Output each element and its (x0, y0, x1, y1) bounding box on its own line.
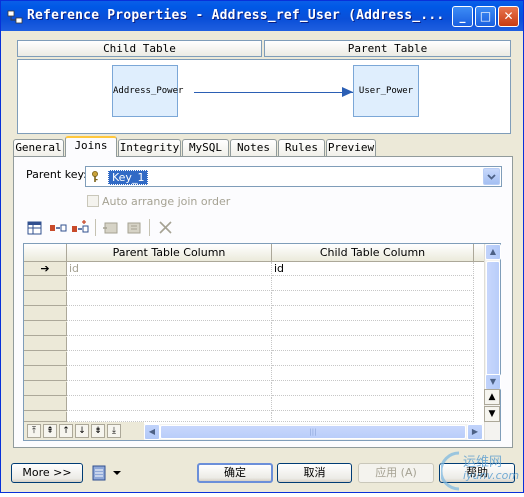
print-options-icon[interactable] (91, 464, 123, 482)
grid-cell[interactable] (272, 292, 474, 306)
tab-rules[interactable]: Rules (278, 139, 325, 157)
move-bottom-icon[interactable]: ⤓ (107, 424, 121, 438)
grid-cell[interactable] (67, 352, 272, 366)
tab-integrity[interactable]: Integrity (118, 139, 181, 157)
grid-cell[interactable] (67, 292, 272, 306)
watermark-text-bottom: iyunv.com (463, 469, 520, 482)
row-header[interactable] (24, 322, 67, 336)
scrollbar-thumb[interactable] (486, 261, 500, 379)
joins-toolbar (23, 216, 501, 240)
toolbar-separator (95, 219, 96, 236)
scroll-left-icon[interactable]: ◀ (144, 424, 160, 440)
chevron-down-icon[interactable] (483, 168, 500, 185)
maximize-button[interactable]: □ (475, 6, 496, 27)
site-watermark: 运维网 iyunv.com (439, 447, 524, 494)
grid-cell[interactable] (67, 337, 272, 351)
reference-diagram: Address_Power User_Power (17, 59, 511, 134)
scroll-right-icon[interactable]: ▶ (467, 424, 483, 440)
move-page-down-icon[interactable]: ⇟ (91, 424, 105, 438)
row-header[interactable] (24, 352, 67, 366)
title-bar[interactable]: Reference Properties - Address_ref_User … (1, 1, 523, 31)
tab-notes[interactable]: Notes (230, 139, 277, 157)
insert-row-icon[interactable] (48, 218, 68, 238)
apply-button[interactable]: 应用 (A) (358, 463, 434, 483)
scroll-down-icon[interactable]: ▼ (485, 374, 501, 390)
grid-cell[interactable] (67, 382, 272, 396)
ok-button[interactable]: 确定 (197, 463, 273, 483)
parent-key-select[interactable]: Key_1 (85, 166, 502, 187)
join-columns-grid: Parent Table Column Child Table Column ➔… (23, 243, 501, 441)
paste-row-icon[interactable] (124, 218, 144, 238)
row-header[interactable] (24, 277, 67, 291)
grid-cell-child-column[interactable]: id (272, 262, 474, 276)
properties-icon[interactable] (25, 218, 45, 238)
row-header[interactable] (24, 337, 67, 351)
tab-general[interactable]: General (13, 139, 64, 157)
watermark-text-top: 运维网 (463, 455, 503, 470)
grid-cell[interactable] (67, 322, 272, 336)
grid-cell[interactable] (272, 397, 474, 411)
move-top-icon[interactable]: ⤒ (27, 424, 41, 438)
grid-cell[interactable] (272, 367, 474, 381)
parent-key-value: Key_1 (108, 170, 149, 185)
grid-cell[interactable] (67, 397, 272, 411)
column-header-parent[interactable]: Parent Table Column (67, 244, 272, 262)
more-button[interactable]: More >> (11, 463, 83, 483)
current-row-indicator[interactable]: ➔ (24, 262, 67, 276)
row-header[interactable] (24, 307, 67, 321)
tab-mysql[interactable]: MySQL (182, 139, 229, 157)
grid-cell[interactable] (272, 307, 474, 321)
child-table-header: Child Table (17, 40, 262, 57)
reference-link (194, 92, 364, 93)
auto-arrange-label: Auto arrange join order (102, 195, 231, 208)
tab-joins[interactable]: Joins (65, 136, 117, 157)
close-button[interactable]: ✕ (498, 6, 519, 27)
key-icon (92, 171, 98, 182)
scroll-up-icon[interactable]: ▲ (485, 244, 501, 260)
tab-preview[interactable]: Preview (326, 139, 376, 157)
grid-cell[interactable] (67, 307, 272, 321)
row-header[interactable] (24, 367, 67, 381)
grid-corner (24, 244, 67, 262)
grid-cell[interactable] (272, 412, 474, 422)
grid-cell[interactable] (272, 277, 474, 291)
grid-cell[interactable] (272, 337, 474, 351)
minimize-button[interactable]: _ (452, 6, 473, 27)
grid-cell[interactable] (272, 382, 474, 396)
move-down-icon[interactable]: ↓ (75, 424, 89, 438)
parent-entity-box[interactable]: User_Power (353, 65, 419, 117)
column-header-filler (474, 244, 484, 262)
auto-arrange-checkbox[interactable] (87, 195, 99, 207)
scrollbar-thumb[interactable]: ||| (160, 425, 466, 439)
side-move-up-icon[interactable]: ▲ (484, 389, 500, 405)
row-move-controls: ⤒ ⇞ ↑ ↓ ⇟ ⤓ (24, 422, 144, 440)
row-header[interactable] (24, 397, 67, 411)
grid-cell[interactable] (272, 352, 474, 366)
grid-cell[interactable] (67, 367, 272, 381)
move-page-up-icon[interactable]: ⇞ (43, 424, 57, 438)
reference-properties-window: Reference Properties - Address_ref_User … (0, 0, 524, 493)
reference-icon (7, 10, 23, 24)
move-up-icon[interactable]: ↑ (59, 424, 73, 438)
column-header-child[interactable]: Child Table Column (272, 244, 474, 262)
grid-cell[interactable] (67, 277, 272, 291)
row-header[interactable] (24, 412, 67, 422)
cut-row-icon[interactable] (101, 218, 121, 238)
grid-horizontal-scrollbar[interactable]: ◀ ||| ▶ (144, 424, 483, 440)
toolbar-separator (149, 219, 150, 236)
grid-cell-parent-column[interactable]: id (67, 262, 272, 276)
parent-key-label: Parent key: (26, 168, 87, 181)
row-header[interactable] (24, 292, 67, 306)
child-entity-box[interactable]: Address_Power (112, 65, 183, 117)
row-header[interactable] (24, 382, 67, 396)
cancel-button[interactable]: 取消 (277, 463, 352, 483)
grid-cell[interactable] (272, 322, 474, 336)
add-row-icon[interactable] (70, 218, 90, 238)
parent-table-header: Parent Table (264, 40, 511, 57)
side-move-down-icon[interactable]: ▼ (484, 406, 500, 422)
row-header-column: ➔ (24, 262, 67, 422)
window-title: Reference Properties - Address_ref_User … (27, 8, 445, 23)
grid-cell[interactable] (67, 412, 272, 422)
delete-icon[interactable] (156, 218, 176, 238)
